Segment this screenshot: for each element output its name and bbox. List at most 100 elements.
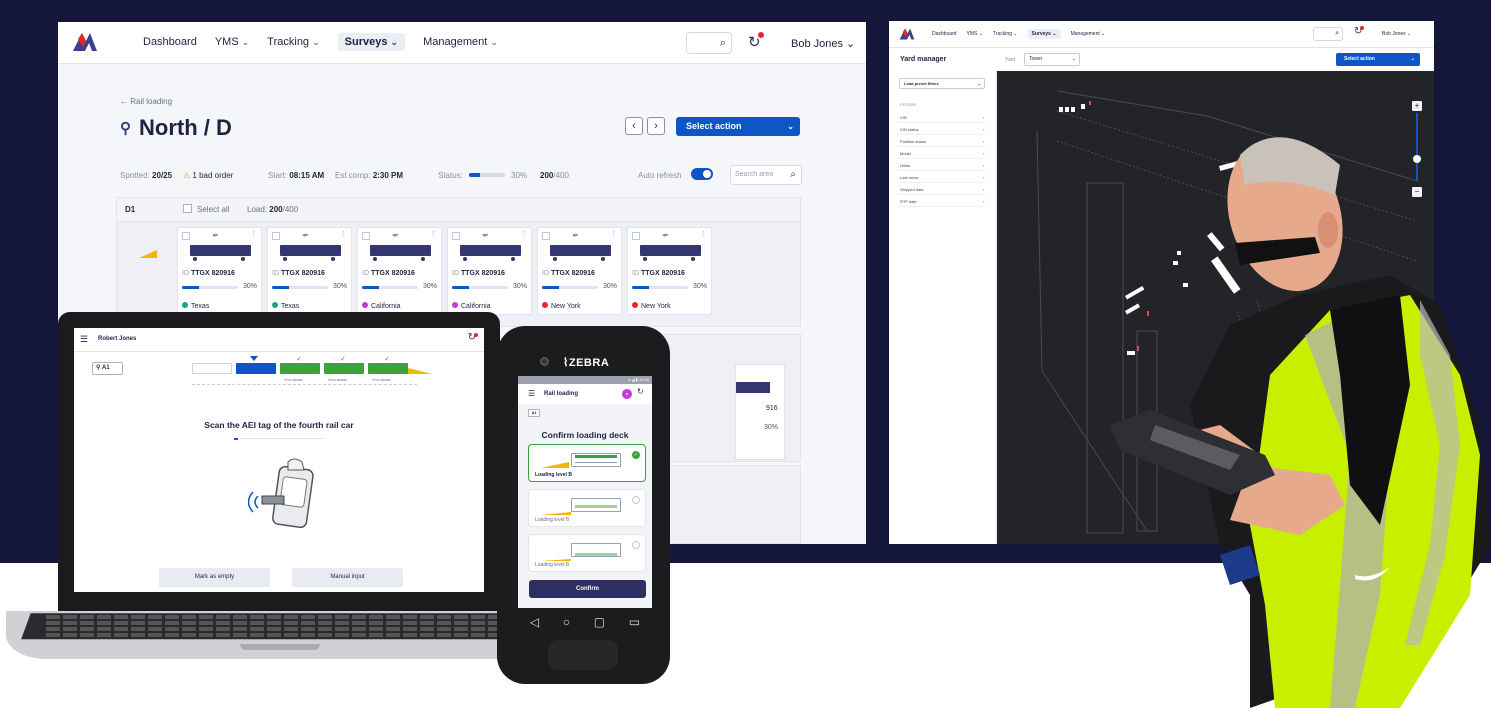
chevron-right-icon[interactable]: ›: [647, 117, 665, 135]
filter-item[interactable]: Last move ›: [898, 174, 986, 183]
railcar-card[interactable]: ◂▪ ⋮ ID TTGX 820916 30% New York: [627, 227, 712, 315]
recent-apps-icon[interactable]: ▢: [594, 615, 605, 629]
more-icon[interactable]: ⋮: [430, 230, 437, 238]
count-value: 200: [540, 171, 554, 180]
railcar-label: TTGX 820916: [372, 378, 391, 382]
user-menu[interactable]: Bob Jones ⌄: [791, 37, 855, 50]
mark-empty-button[interactable]: Mark as empty: [159, 568, 270, 587]
railcar-id-value: TTGX 820916: [460, 270, 505, 277]
search-area-input[interactable]: Search area ⌕: [730, 165, 802, 185]
more-icon[interactable]: ⋮: [250, 230, 257, 238]
nav-management[interactable]: Management ⌄: [423, 36, 498, 51]
railcar-card[interactable]: ◂▪ ⋮ ID TTGX 820916 30% California: [447, 227, 532, 315]
loading-ramp: [541, 512, 571, 515]
railcar-checkbox[interactable]: [272, 232, 280, 240]
more-icon[interactable]: ⋮: [700, 230, 707, 238]
railcar-checkbox[interactable]: [452, 232, 460, 240]
chevron-down-icon: ⌄: [1410, 56, 1415, 62]
nav-tracking[interactable]: Tracking ⌄: [993, 31, 1018, 39]
railcar-id: ID TTGX 820916: [272, 270, 325, 277]
railcar-location: California: [452, 302, 491, 310]
check-icon[interactable]: ✓: [632, 451, 640, 459]
refresh-icon[interactable]: ↻: [1354, 26, 1365, 37]
railcar-done: [368, 363, 408, 374]
deck-option[interactable]: Loading level B: [528, 534, 646, 572]
railcar-id: ID TTGX 820916: [632, 270, 685, 277]
search-icon[interactable]: ▭: [629, 615, 640, 629]
toggle-knob: [703, 170, 711, 178]
more-icon[interactable]: ⋮: [520, 230, 527, 238]
yard-select[interactable]: Tower ⌄: [1024, 53, 1080, 66]
radio-button[interactable]: [632, 541, 640, 549]
filter-label: Position status: [900, 139, 927, 144]
logo-icon[interactable]: [899, 27, 915, 41]
preset-label: Load preset filters: [904, 81, 939, 86]
search-icon[interactable]: ⌕: [790, 166, 796, 184]
deck-level-bottom: [575, 553, 617, 556]
nav-yms[interactable]: YMS ⌄: [966, 31, 982, 39]
railcar-location-value: New York: [551, 303, 581, 310]
preset-filters-select[interactable]: Load preset filters ⌄: [899, 78, 985, 89]
railcar-wheel: [600, 256, 606, 262]
more-icon[interactable]: ⋮: [610, 230, 617, 238]
radio-button[interactable]: [632, 496, 640, 504]
search-area-placeholder: Search area: [735, 171, 774, 178]
chevron-left-icon[interactable]: ‹: [625, 117, 643, 135]
back-icon[interactable]: ◁: [530, 615, 539, 629]
logo-icon[interactable]: [72, 31, 98, 53]
railcar-checkbox[interactable]: [632, 232, 640, 240]
zoom-in-button[interactable]: +: [1412, 101, 1422, 111]
nav-dashboard[interactable]: Dashboard: [932, 31, 956, 39]
filter-item[interactable]: RTP date ›: [898, 198, 986, 207]
nav-surveys[interactable]: Surveys ⌄: [1027, 29, 1061, 39]
railcar-checkbox[interactable]: [182, 232, 190, 240]
confirm-button[interactable]: Confirm: [529, 580, 646, 598]
filter-item[interactable]: Shipped date ›: [898, 186, 986, 195]
nav-surveys[interactable]: Surveys ⌄: [337, 33, 406, 51]
menu-icon[interactable]: ☰: [80, 334, 88, 345]
select-action-button[interactable]: Select action ⌄: [676, 117, 800, 136]
breadcrumb[interactable]: ← Rail loading: [120, 97, 172, 106]
status-progress-bar: [469, 173, 505, 177]
filter-item[interactable]: Position status ›: [898, 138, 986, 147]
filter-item[interactable]: VIN ›: [898, 114, 986, 123]
filter-item[interactable]: Model ›: [898, 150, 986, 159]
location-chip[interactable]: ⚲ A1: [92, 362, 123, 375]
railcar-wheel: [690, 256, 696, 262]
menu-icon[interactable]: ☰: [528, 389, 535, 398]
auto-refresh-toggle[interactable]: [691, 168, 713, 180]
refresh-icon[interactable]: ↻: [637, 387, 644, 396]
nav-management-label: Management: [1070, 31, 1100, 37]
avatar[interactable]: ●: [622, 389, 632, 399]
scan-progress: [234, 438, 324, 440]
railcar-checkbox[interactable]: [542, 232, 550, 240]
railcar-wheel: [642, 256, 648, 262]
search-button[interactable]: ⌕: [686, 32, 732, 54]
more-icon[interactable]: ⋮: [340, 230, 347, 238]
railcar-card[interactable]: ◂▪ ⋮ ID TTGX 820916 30% New York: [537, 227, 622, 315]
refresh-icon[interactable]: ↻: [468, 332, 478, 343]
nav-dashboard[interactable]: Dashboard: [143, 36, 197, 51]
search-button[interactable]: ⌕: [1313, 27, 1343, 41]
nav-tracking[interactable]: Tracking ⌄: [267, 36, 319, 51]
select-all-checkbox[interactable]: [183, 204, 192, 213]
filter-item[interactable]: Holds ›: [898, 162, 986, 171]
user-menu[interactable]: Bob Jones ⌄: [1382, 31, 1411, 37]
select-action-button[interactable]: Select action ⌄: [1336, 53, 1420, 66]
bad-order-stat[interactable]: ⚠ 1 bad order: [183, 171, 233, 180]
nav-management[interactable]: Management ⌄: [1071, 31, 1106, 39]
railcar-checkbox[interactable]: [362, 232, 370, 240]
refresh-icon[interactable]: ↻: [748, 32, 764, 51]
railcar-card[interactable]: ◂▪ ⋮ ID TTGX 820916 30% California: [357, 227, 442, 315]
railcar-card[interactable]: ◂▪ ⋮ ID TTGX 820916 30% Texas: [177, 227, 262, 315]
filter-item[interactable]: VIN status ›: [898, 126, 986, 135]
deck-option[interactable]: Loading level B: [528, 489, 646, 527]
railcar-card[interactable]: 916 30%: [735, 364, 785, 460]
track-line: [192, 384, 417, 385]
nav-yms[interactable]: YMS ⌄: [215, 36, 249, 51]
home-icon[interactable]: ○: [563, 615, 570, 629]
railcar-card[interactable]: ◂▪ ⋮ ID TTGX 820916 30% Texas: [267, 227, 352, 315]
manual-input-button[interactable]: Manual input: [292, 568, 403, 587]
railcar-wheel: [510, 256, 516, 262]
deck-option-selected[interactable]: Loading level B ✓: [528, 444, 646, 482]
